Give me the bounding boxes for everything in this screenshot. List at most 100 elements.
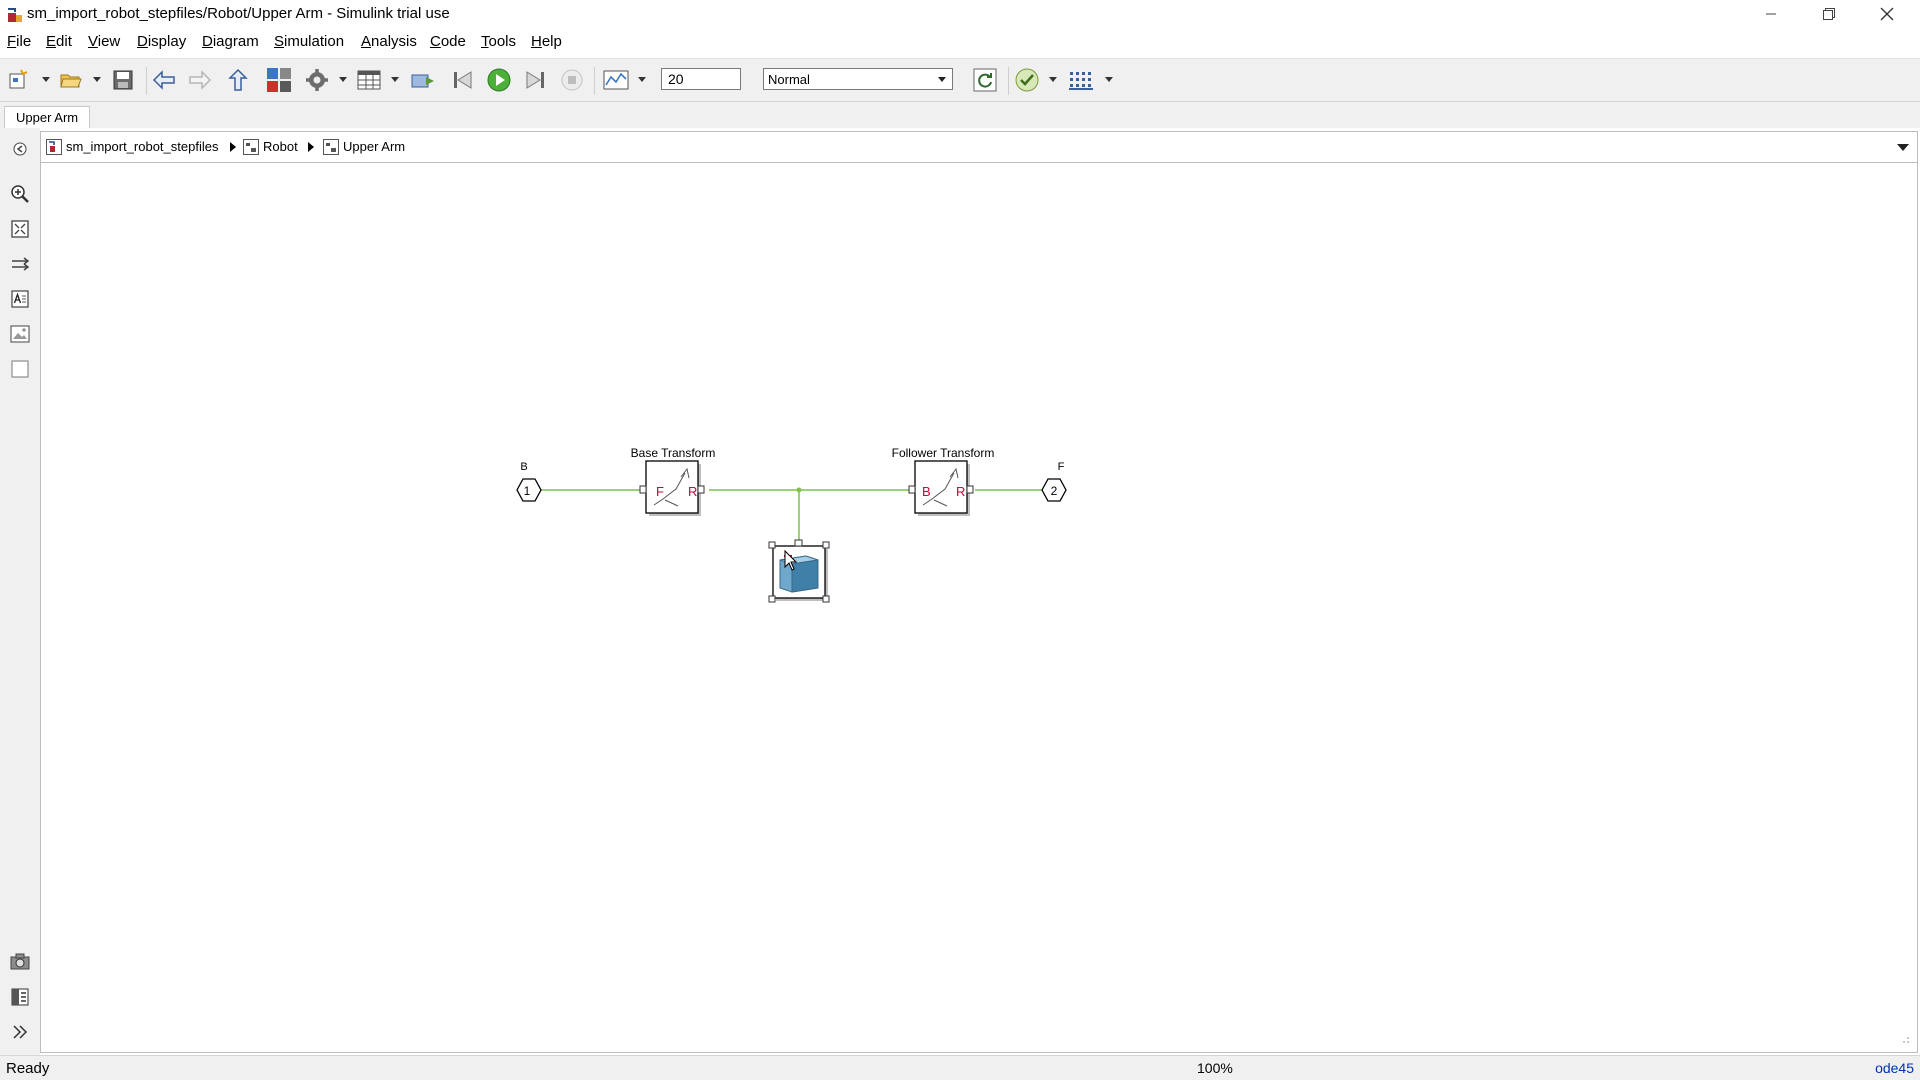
close-button[interactable] [1858, 0, 1916, 28]
build-model-button[interactable] [410, 67, 436, 93]
menu-simulation-label: imulation [284, 33, 345, 50]
model-settings-button[interactable] [304, 67, 330, 93]
property-inspector-button[interactable] [9, 986, 31, 1008]
model-browser-toggle-icon [13, 142, 27, 156]
toolbar [0, 58, 1920, 102]
fit-to-view-button[interactable] [9, 218, 31, 240]
table-grid-icon [357, 70, 381, 90]
model-explorer-dropdown[interactable] [391, 77, 399, 82]
image-button[interactable] [9, 323, 31, 345]
outport-f-label: F [1058, 461, 1065, 473]
library-browser-button[interactable] [266, 67, 292, 93]
menu-help[interactable]: Help [531, 33, 562, 50]
fit-to-view-icon [11, 220, 29, 238]
annotation-button[interactable] [9, 288, 31, 310]
new-model-button[interactable] [6, 67, 32, 93]
hide-model-browser-button[interactable] [9, 138, 31, 160]
menu-help-mnemonic: H [531, 33, 542, 50]
menu-code[interactable]: Code [430, 33, 466, 50]
tab-upper-arm[interactable]: Upper Arm [4, 106, 90, 128]
menu-simulation-mnemonic: S [274, 33, 285, 50]
route-lines-button[interactable] [9, 253, 31, 275]
model-advisor-dropdown[interactable] [1049, 77, 1057, 82]
expand-palette-button[interactable] [9, 1021, 31, 1043]
menu-help-label: elp [541, 33, 562, 50]
menu-display[interactable]: Display [137, 33, 186, 50]
menu-tools-mnemonic: T [481, 33, 489, 50]
branch-point [796, 487, 802, 493]
tab-upper-arm-label: Upper Arm [16, 110, 79, 125]
breadcrumb-item-upper-arm[interactable]: Upper Arm [343, 139, 405, 154]
subsystem-icon [323, 139, 339, 155]
base-transform-label: Base Transform [631, 446, 716, 460]
property-inspector-icon [11, 988, 29, 1006]
step-forward-button[interactable] [522, 67, 548, 93]
area-icon [11, 360, 29, 378]
breadcrumb-dropdown-icon[interactable] [1897, 144, 1909, 151]
resize-grip-icon[interactable] [1903, 1037, 1909, 1043]
save-button[interactable] [110, 67, 136, 93]
inport-b-label: B [520, 461, 527, 473]
title-bar: sm_import_robot_stepfiles/Robot/Upper Ar… [0, 0, 1920, 28]
new-model-dropdown[interactable] [42, 77, 50, 82]
solid-block[interactable] [772, 539, 828, 601]
menu-analysis[interactable]: Analysis [361, 33, 417, 50]
breadcrumb-item-model[interactable]: sm_import_robot_stepfiles [66, 139, 218, 154]
outport-f-number: 2 [1051, 484, 1058, 498]
model-explorer-button[interactable] [356, 67, 382, 93]
menu-view[interactable]: View [88, 33, 120, 50]
restore-button[interactable] [1800, 0, 1858, 28]
area-button[interactable] [9, 358, 31, 380]
menu-edit[interactable]: Edit [46, 33, 72, 50]
open-dropdown[interactable] [93, 77, 101, 82]
minimize-button[interactable] [1742, 0, 1800, 28]
step-back-button[interactable] [450, 67, 476, 93]
breadcrumb-item-robot[interactable]: Robot [263, 139, 298, 154]
subsystem-icon [243, 139, 259, 155]
arrow-up-icon [228, 68, 248, 91]
menu-simulation[interactable]: Simulation [274, 33, 344, 50]
model-advisor-button[interactable] [1014, 67, 1040, 93]
menu-file[interactable]: File [7, 33, 31, 50]
zoom-button[interactable] [9, 183, 31, 205]
zoom-in-icon [11, 185, 29, 203]
run-button[interactable] [486, 67, 512, 93]
inport-b-number: 1 [524, 484, 531, 498]
forward-button[interactable] [187, 67, 213, 93]
chevron-down-icon [938, 77, 946, 82]
up-to-parent-button[interactable] [225, 67, 251, 93]
solver-link[interactable]: ode45 [1875, 1060, 1914, 1076]
open-button[interactable] [58, 67, 84, 93]
build-icon [411, 74, 434, 88]
menu-view-mnemonic: V [88, 33, 98, 50]
diagram-canvas[interactable]: 1 B 2 F F R Base Transform B R Follower … [40, 163, 1918, 1053]
window-title: sm_import_robot_stepfiles/Robot/Upper Ar… [27, 5, 450, 22]
annotation-text-icon [11, 290, 29, 308]
menu-analysis-label: nalysis [371, 33, 417, 50]
model-settings-dropdown[interactable] [339, 77, 347, 82]
menu-edit-label: dit [56, 33, 72, 50]
base-transform-port-f: F [656, 484, 664, 499]
grid-options-dropdown[interactable] [1105, 77, 1113, 82]
data-inspector-button[interactable] [603, 67, 629, 93]
menu-diagram-label: iagram [212, 33, 259, 50]
model-icon [46, 139, 62, 155]
data-inspector-dropdown[interactable] [638, 77, 646, 82]
simulation-mode-select[interactable]: Normal [763, 68, 953, 90]
tool-palette [0, 128, 40, 1060]
grid-options-button[interactable] [1068, 67, 1094, 93]
follower-transform-label: Follower Transform [892, 446, 995, 460]
refresh-button[interactable] [972, 67, 998, 93]
screenshot-button[interactable] [9, 951, 31, 973]
library-browser-icon [267, 68, 291, 92]
stop-button[interactable] [559, 67, 585, 93]
back-button[interactable] [151, 67, 177, 93]
menu-diagram[interactable]: Diagram [202, 33, 259, 50]
status-text: Ready [6, 1060, 50, 1077]
open-folder-icon [60, 74, 82, 88]
follower-transform-port-b: B [922, 484, 931, 499]
stop-time-input[interactable] [661, 68, 741, 90]
data-inspector-icon [603, 70, 629, 90]
follower-transform-port-r: R [956, 484, 965, 499]
menu-tools[interactable]: Tools [481, 33, 516, 50]
